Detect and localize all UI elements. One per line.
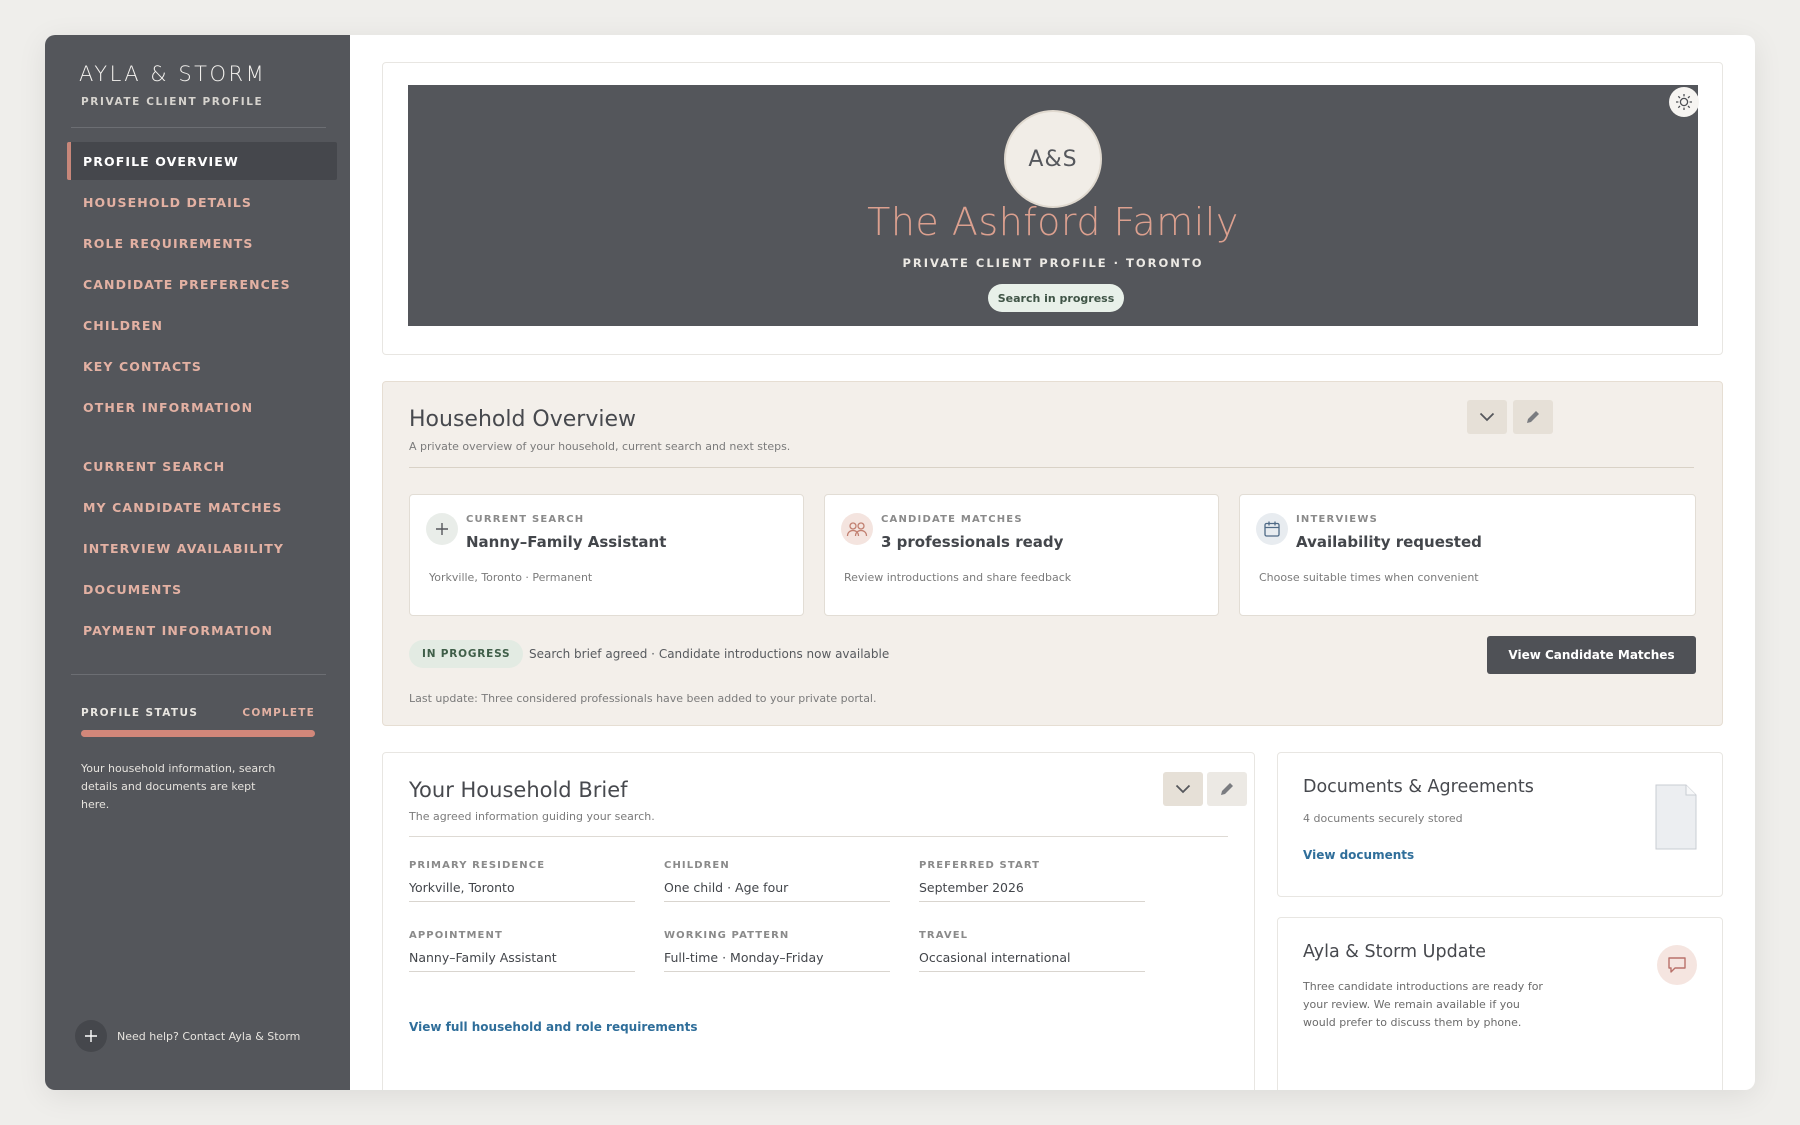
brand-subtitle: PRIVATE CLIENT PROFILE [81,96,264,108]
field-working-pattern: WORKING PATTERN Full-time · Monday–Frida… [664,930,890,972]
hero-card: A&S The Ashford Family PRIVATE CLIENT PR… [382,62,1723,355]
field-label: APPOINTMENT [409,930,503,941]
status-badge: IN PROGRESS [409,640,524,668]
current-search-desc: Yorkville, Toronto · Permanent [429,571,593,584]
document-icon [1655,784,1697,850]
overview-description: A private overview of your household, cu… [409,440,791,453]
plus-icon [426,513,458,545]
brief-collapse-button[interactable] [1163,772,1203,806]
overview-collapse-button[interactable] [1467,400,1507,434]
sidebar-item-documents[interactable]: DOCUMENTS [67,570,337,608]
last-update-text: Last update: Three considered profession… [409,692,877,705]
candidate-matches-label: CANDIDATE MATCHES [881,514,1023,525]
help-link[interactable]: Need help? Contact Ayla & Storm [117,1030,300,1043]
candidate-matches-title: 3 professionals ready [881,533,1064,551]
candidate-matches-desc: Review introductions and share feedback [844,571,1072,584]
documents-title: Documents & Agreements [1303,777,1534,797]
help-contact: Need help? Contact Ayla & Storm [75,1020,300,1052]
family-subtitle: PRIVATE CLIENT PROFILE · TORONTO [902,256,1204,270]
update-text: Three candidate introductions are ready … [1303,980,1543,1029]
people-icon [841,513,873,545]
field-value: Occasional international [919,950,1071,965]
field-label: PRIMARY RESIDENCE [409,860,546,871]
field-label: TRAVEL [919,930,969,941]
interviews-label: INTERVIEWS [1296,514,1378,525]
interviews-desc: Choose suitable times when convenient [1259,571,1479,584]
help-plus-button[interactable] [75,1020,107,1052]
profile-status-fill [81,730,315,737]
household-brief-card: Your Household Brief The agreed informat… [382,752,1255,1090]
sidebar-item-interview-availability[interactable]: INTERVIEW AVAILABILITY [67,529,337,567]
update-card: Ayla & Storm Update Three candidate intr… [1277,917,1723,1090]
chevron-down-icon [1479,412,1495,422]
sidebar-item-other-information[interactable]: OTHER INFORMATION [67,388,337,426]
sidebar-item-candidate-matches[interactable]: MY CANDIDATE MATCHES [67,488,337,526]
pencil-icon [1221,783,1233,795]
documents-card: Documents & Agreements 4 documents secur… [1277,752,1723,897]
family-name-title: The Ashford Family [867,200,1239,244]
interviews-title: Availability requested [1296,533,1482,551]
profile-status-label: PROFILE STATUS [81,707,199,719]
field-children: CHILDREN One child · Age four [664,860,890,902]
pencil-icon [1527,411,1539,423]
profile-status-note: Your household information, search detai… [81,762,276,811]
sidebar: AYLA & STORM PRIVATE CLIENT PROFILE PROF… [45,35,350,1090]
sidebar-item-candidate-preferences[interactable]: CANDIDATE PREFERENCES [67,265,337,303]
chat-bubble-icon [1668,957,1686,973]
overview-title: Household Overview [409,407,636,432]
field-preferred-start: PREFERRED START September 2026 [919,860,1145,902]
brand-logo: AYLA & STORM [79,62,267,86]
field-value: Full-time · Monday–Friday [664,950,824,965]
view-candidate-matches-button[interactable]: View Candidate Matches [1487,636,1696,674]
plus-icon [85,1030,97,1042]
field-primary-residence: PRIMARY RESIDENCE Yorkville, Toronto [409,860,635,902]
calendar-icon [1256,513,1288,545]
sidebar-item-key-contacts[interactable]: KEY CONTACTS [67,347,337,385]
theme-toggle-button[interactable] [1669,87,1699,117]
chevron-down-icon [1175,784,1191,794]
current-search-card[interactable]: CURRENT SEARCH Nanny–Family Assistant Yo… [409,494,804,616]
brief-edit-button[interactable] [1207,772,1247,806]
sidebar-item-payment-information[interactable]: PAYMENT INFORMATION [67,611,337,649]
sidebar-item-role-requirements[interactable]: ROLE REQUIREMENTS [67,224,337,262]
app-window: AYLA & STORM PRIVATE CLIENT PROFILE PROF… [45,35,1755,1090]
sidebar-item-children[interactable]: CHILDREN [67,306,337,344]
field-label: PREFERRED START [919,860,1041,871]
sidebar-item-household-details[interactable]: HOUSEHOLD DETAILS [67,183,337,221]
candidate-matches-card[interactable]: CANDIDATE MATCHES 3 professionals ready … [824,494,1219,616]
field-travel: TRAVEL Occasional international [919,930,1145,972]
field-value: One child · Age four [664,880,789,895]
progress-text: Search brief agreed · Candidate introduc… [529,647,890,661]
profile-status-bar [81,730,315,737]
sidebar-item-profile-overview[interactable]: PROFILE OVERVIEW [67,142,337,180]
field-label: CHILDREN [664,860,730,871]
field-label: WORKING PATTERN [664,930,790,941]
sun-icon [1676,94,1692,110]
interviews-card[interactable]: INTERVIEWS Availability requested Choose… [1239,494,1696,616]
field-value: Nanny–Family Assistant [409,950,557,965]
overview-divider [409,467,1694,468]
family-monogram: A&S [1004,110,1102,208]
field-appointment: APPOINTMENT Nanny–Family Assistant [409,930,635,972]
update-title: Ayla & Storm Update [1303,942,1487,962]
message-button[interactable] [1657,945,1697,985]
current-search-label: CURRENT SEARCH [466,514,585,525]
brief-description: The agreed information guiding your sear… [409,810,655,823]
field-value: Yorkville, Toronto [409,880,515,895]
view-full-requirements-link[interactable]: View full household and role requirement… [409,1020,697,1034]
field-value: September 2026 [919,880,1024,895]
profile-status-value: COMPLETE [242,707,315,719]
sidebar-item-current-search[interactable]: CURRENT SEARCH [67,447,337,485]
brief-title: Your Household Brief [409,778,628,802]
hero-banner: A&S The Ashford Family PRIVATE CLIENT PR… [408,85,1699,326]
current-search-title: Nanny–Family Assistant [466,533,667,551]
household-overview-card: Household Overview A private overview of… [382,381,1723,726]
sidebar-divider [71,127,326,128]
documents-subtitle: 4 documents securely stored [1303,812,1463,825]
overview-edit-button[interactable] [1513,400,1553,434]
brief-divider [409,836,1228,837]
search-status-pill: Search in progress [988,284,1124,312]
sidebar-divider [71,674,326,675]
view-documents-link[interactable]: View documents [1303,848,1414,862]
